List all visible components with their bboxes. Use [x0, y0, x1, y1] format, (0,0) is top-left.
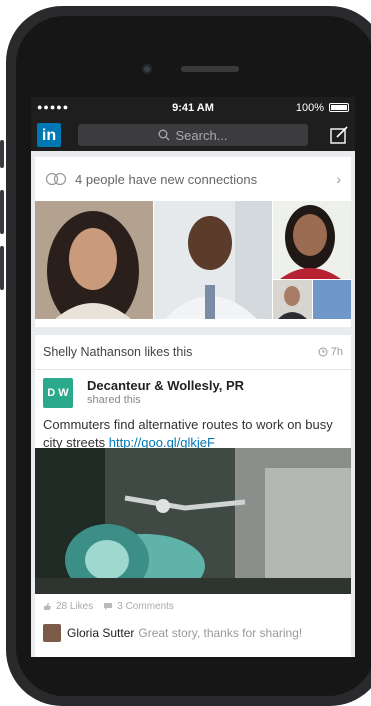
search-icon [159, 129, 170, 141]
post-image[interactable] [35, 448, 351, 594]
connection-photo-2[interactable] [154, 201, 272, 319]
connections-text: 4 people have new connections [75, 171, 258, 187]
post-author[interactable]: D W Decanteur & Wollesly, PR shared this [35, 370, 351, 408]
connections-header[interactable]: 4 people have new connections › [35, 157, 351, 201]
volume-down-button [0, 246, 4, 290]
connection-photos[interactable] [35, 201, 351, 319]
author-action: shared this [87, 394, 141, 406]
comment-icon[interactable] [103, 602, 113, 611]
post-time-label: 7h [330, 346, 343, 358]
status-bar: ●●●●● 9:41 AM 100% [31, 97, 355, 119]
earpiece-speaker [181, 66, 239, 72]
like-icon[interactable] [43, 602, 52, 611]
post-activity-text: Shelly Nathanson likes this [43, 345, 193, 359]
search-input[interactable]: Search... [78, 124, 308, 146]
volume-up-button [0, 190, 4, 234]
commenter-name[interactable]: Gloria Sutter [67, 626, 134, 640]
compose-icon[interactable] [329, 125, 349, 145]
post-activity-header: Shelly Nathanson likes this 7h [35, 335, 351, 370]
comments-count[interactable]: 3 Comments [117, 601, 174, 612]
feed-post-card[interactable]: Shelly Nathanson likes this 7h D W Decan… [35, 335, 351, 657]
mute-switch [0, 140, 4, 168]
new-connections-card[interactable]: 4 people have new connections › [35, 157, 351, 327]
top-nav: in Search... [31, 119, 355, 151]
chevron-right-icon: › [336, 171, 341, 187]
commenter-avatar[interactable] [43, 624, 61, 642]
post-time: 7h [318, 346, 343, 358]
clock-icon [318, 347, 328, 357]
front-camera [142, 64, 152, 74]
author-logo[interactable]: D W [43, 378, 73, 408]
comment-text: Great story, thanks for sharing! [138, 626, 303, 640]
battery-percent: 100% [295, 102, 324, 114]
search-placeholder: Search... [175, 127, 228, 143]
top-comment[interactable]: Gloria Sutter Great story, thanks for sh… [43, 624, 302, 642]
author-name[interactable]: Decanteur & Wollesly, PR [87, 378, 244, 393]
post-stats: 28 Likes 3 Comments [43, 601, 174, 612]
likes-count[interactable]: 28 Likes [56, 601, 93, 612]
connection-photo-4[interactable] [273, 280, 312, 319]
battery-icon [329, 103, 349, 112]
connection-photo-1[interactable] [35, 201, 153, 319]
linkedin-logo[interactable]: in [37, 123, 61, 147]
app-screen: ●●●●● 9:41 AM 100% in Search... 4 people… [31, 97, 355, 657]
connections-icon [45, 172, 67, 186]
connection-photo-3[interactable] [273, 201, 351, 279]
post-body: Commuters find alternative routes to wor… [35, 408, 351, 452]
connection-photo-5[interactable] [313, 280, 351, 319]
